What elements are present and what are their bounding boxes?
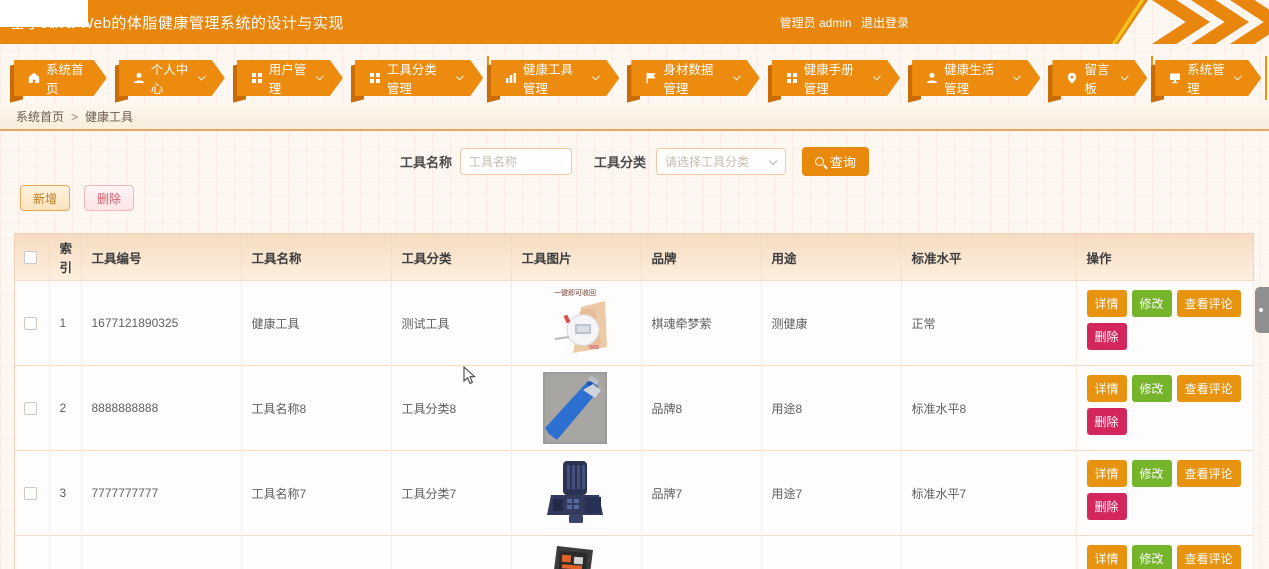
row-checkbox[interactable] xyxy=(24,401,38,415)
delete-button[interactable]: 删除 xyxy=(1086,493,1127,520)
table-header-row: 索引 工具编号 工具名称 工具分类 工具图片 品牌 用途 标准水平 操作 xyxy=(15,234,1254,281)
tools-table: 索引 工具编号 工具名称 工具分类 工具图片 品牌 用途 标准水平 操作 1 1… xyxy=(14,233,1254,569)
nav-tab-tool-category[interactable]: 工具分类管理 xyxy=(350,60,483,103)
tool-name-input[interactable] xyxy=(459,148,572,175)
tool-image-tool-kit xyxy=(543,457,607,529)
col-brand: 品牌 xyxy=(641,234,762,281)
select-all-checkbox[interactable] xyxy=(24,250,38,264)
delete-button[interactable]: 删除 xyxy=(1086,408,1127,435)
tool-image-tape-measure: 一键即可收回 xyxy=(543,287,607,359)
grid-icon xyxy=(786,72,798,84)
add-button[interactable]: 新增 xyxy=(20,185,70,211)
top-header: 基于Java Web的体脂健康管理系统的设计与实现 管理员 admin 退出登录 xyxy=(0,0,1269,44)
breadcrumb: 系统首页 > 健康工具 xyxy=(0,104,1269,131)
edit-button[interactable]: 修改 xyxy=(1131,375,1172,402)
col-tool-image: 工具图片 xyxy=(511,234,642,281)
nav-tab-health-life[interactable]: 健康生活管理 xyxy=(908,60,1040,103)
nav-tab-profile[interactable]: 个人中心 xyxy=(114,60,225,103)
chevron-down-icon xyxy=(733,73,741,81)
chevron-down-icon xyxy=(1121,73,1129,81)
col-tool-name: 工具名称 xyxy=(241,234,392,281)
col-index: 索引 xyxy=(49,234,82,281)
user-icon xyxy=(926,72,938,84)
tool-image-pipe-wrench xyxy=(543,372,607,444)
table-row: 3 7777777777 工具名称7 工具分类7 品牌7 用途7 标准水平7 详… xyxy=(15,450,1254,536)
table-row: 4 6666666666 工具名称6 工具分类6 xyxy=(15,535,1254,569)
detail-button[interactable]: 详情 xyxy=(1086,545,1127,569)
edit-button[interactable]: 修改 xyxy=(1131,290,1172,317)
mouse-cursor xyxy=(463,366,476,385)
nav-tab-system[interactable]: 系统管理 xyxy=(1151,60,1261,103)
side-panel-handle[interactable] xyxy=(1255,287,1269,333)
nav-divider xyxy=(1265,56,1268,100)
col-level: 标准水平 xyxy=(901,234,1077,281)
breadcrumb-home[interactable]: 系统首页 xyxy=(16,108,64,125)
chevron-down-icon xyxy=(456,73,464,81)
chevron-down-icon xyxy=(1013,73,1021,81)
logout-link[interactable]: 退出登录 xyxy=(861,16,909,30)
view-comments-button[interactable]: 查看评论 xyxy=(1176,290,1241,317)
grid-icon xyxy=(369,72,381,84)
row-checkbox[interactable] xyxy=(24,486,38,500)
nav-tab-body-data[interactable]: 身材数据管理 xyxy=(627,60,759,103)
query-button[interactable]: 查询 xyxy=(802,147,870,176)
chevron-down-icon xyxy=(768,156,778,166)
breadcrumb-current: 健康工具 xyxy=(85,110,134,124)
grid-icon xyxy=(251,72,263,84)
home-icon xyxy=(28,72,40,84)
detail-button[interactable]: 详情 xyxy=(1086,375,1127,402)
view-comments-button[interactable]: 查看评论 xyxy=(1176,375,1241,402)
image-caption: 一键即可收回 xyxy=(554,290,596,297)
breadcrumb-separator: > xyxy=(71,109,79,124)
tool-category-select[interactable]: 请选择工具分类 xyxy=(656,148,786,175)
nav-tab-users[interactable]: 用户管理 xyxy=(232,60,343,103)
batch-delete-button[interactable]: 删除 xyxy=(84,185,134,211)
bar-chart-icon xyxy=(505,72,517,84)
location-pin-icon xyxy=(1066,72,1078,84)
view-comments-button[interactable]: 查看评论 xyxy=(1176,460,1241,487)
view-comments-button[interactable]: 查看评论 xyxy=(1176,545,1241,569)
chevron-down-icon xyxy=(873,73,881,81)
header-notch xyxy=(0,0,88,27)
current-user-label: 管理员 admin xyxy=(779,16,852,30)
chevron-down-icon xyxy=(1234,73,1242,81)
nav-tab-message-board[interactable]: 留言板 xyxy=(1048,60,1147,103)
table-toolbar: 新增 删除 xyxy=(20,185,134,211)
user-icon xyxy=(133,72,145,84)
col-tool-category: 工具分类 xyxy=(391,234,512,281)
search-form: 工具名称 工具分类 请选择工具分类 查询 xyxy=(0,147,1269,176)
nav-tab-health-manual[interactable]: 健康手册管理 xyxy=(767,60,900,103)
flag-icon xyxy=(645,72,657,84)
nav-tab-health-tools[interactable]: 健康工具管理 xyxy=(487,60,619,103)
table-row: 2 8888888888 工具名称8 工具分类8 品牌8 用途8 标准水平8 详… xyxy=(15,365,1254,451)
col-actions: 操作 xyxy=(1076,234,1254,281)
row-checkbox[interactable] xyxy=(24,316,38,330)
chevron-down-icon xyxy=(198,73,206,81)
nav-tab-home[interactable]: 系统首页 xyxy=(10,60,107,103)
tool-image-toolbox xyxy=(543,542,607,569)
table-row: 1 1677121890325 健康工具 测试工具 一键即可收回 棋魂牵梦萦 测… xyxy=(15,280,1254,366)
detail-button[interactable]: 详情 xyxy=(1086,460,1127,487)
col-tool-no: 工具编号 xyxy=(81,234,242,281)
chevron-down-icon xyxy=(592,73,600,81)
delete-button[interactable]: 删除 xyxy=(1086,323,1127,350)
detail-button[interactable]: 详情 xyxy=(1086,290,1127,317)
search-icon xyxy=(815,157,824,166)
edit-button[interactable]: 修改 xyxy=(1131,545,1172,569)
tool-name-label: 工具名称 xyxy=(399,155,452,170)
tool-category-label: 工具分类 xyxy=(593,155,646,170)
edit-button[interactable]: 修改 xyxy=(1131,460,1172,487)
chevron-down-icon xyxy=(316,73,324,81)
monitor-icon xyxy=(1169,72,1181,84)
main-nav: 系统首页 个人中心 用户管理 工具分类管理 健康工具管理 身材数据管理 健康手册… xyxy=(0,56,1269,104)
col-usage: 用途 xyxy=(761,234,902,281)
